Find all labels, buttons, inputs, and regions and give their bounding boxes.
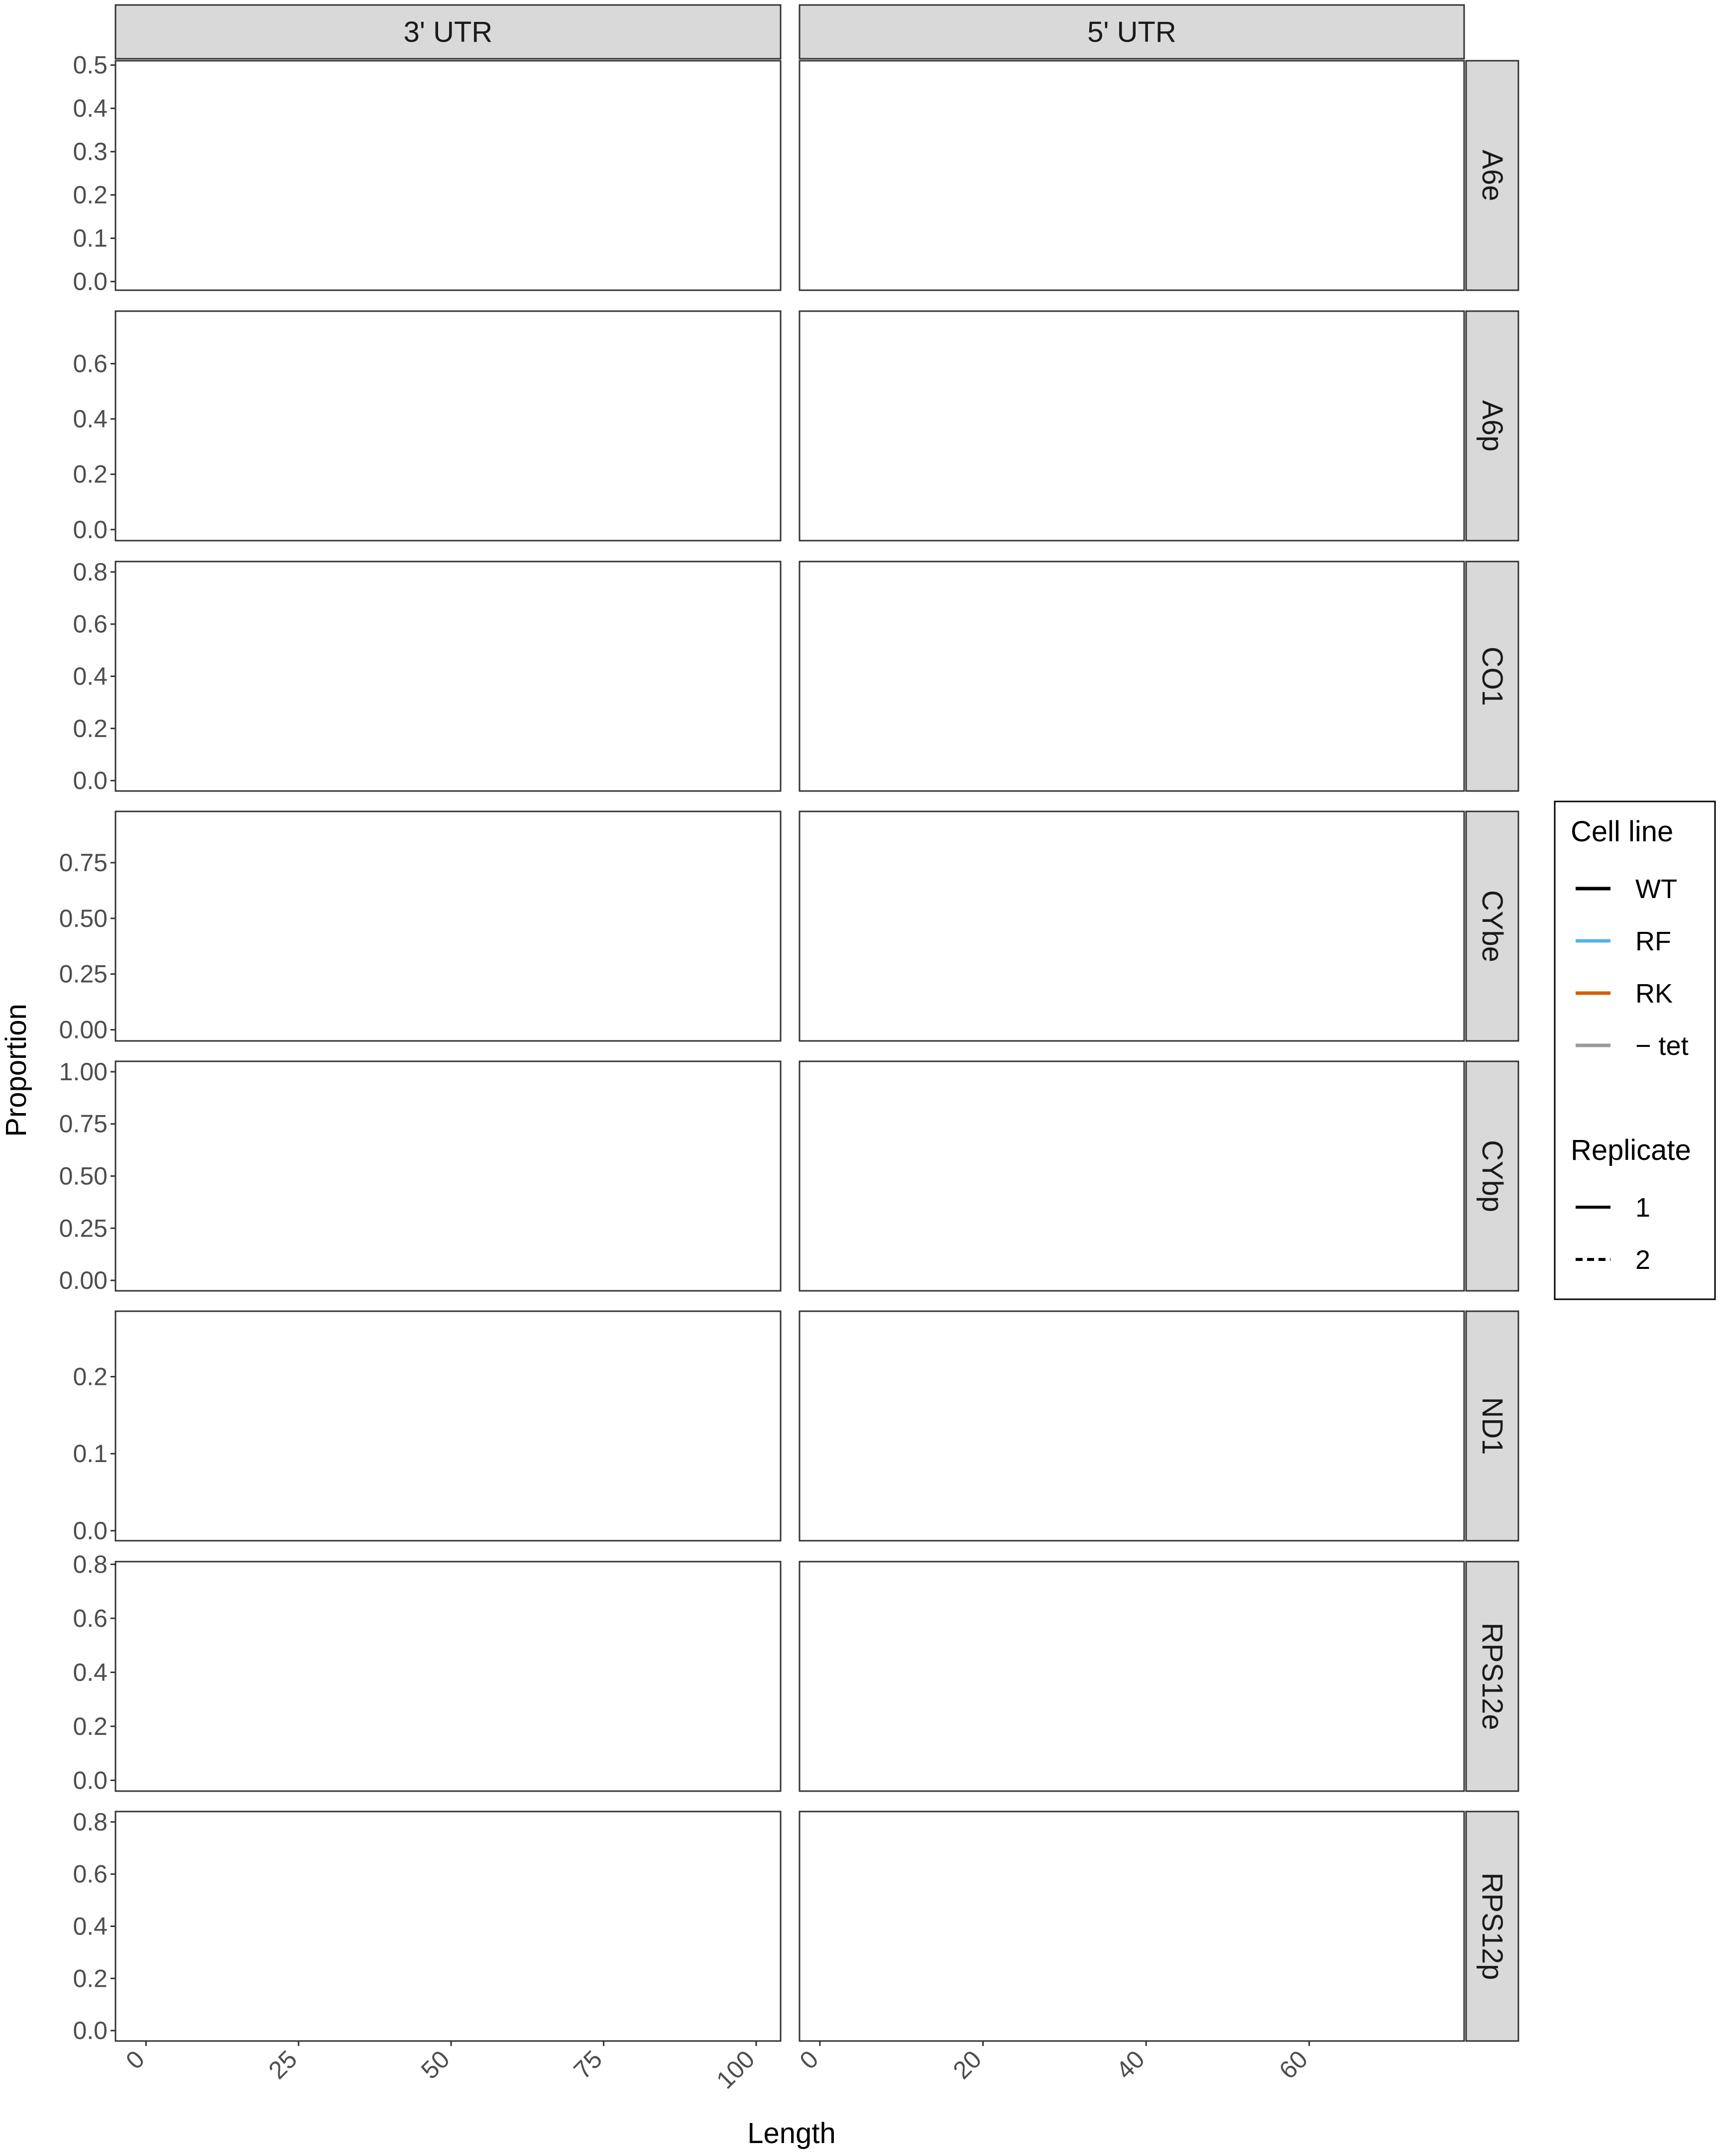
y-tick-label: 0.4 — [73, 663, 108, 690]
panel-border — [115, 1060, 782, 1292]
legend: Cell line WT RF RK − tet Replicate 1 2 — [1554, 800, 1716, 1300]
panel-border — [799, 60, 1465, 291]
panel-border — [115, 1310, 782, 1542]
y-tick-label: 0.4 — [73, 405, 108, 433]
y-tick-label: 0.75 — [59, 849, 108, 877]
legend-color-label: RF — [1635, 926, 1671, 956]
x-tick-label: 25 — [263, 2045, 303, 2084]
y-tick-label: 0.2 — [73, 1362, 108, 1390]
y-tick-label: 0.0 — [73, 2017, 108, 2044]
panel-border — [115, 60, 782, 291]
x-tick-label: 60 — [1274, 2045, 1313, 2084]
y-tick-label: 0.75 — [59, 1110, 108, 1138]
x-tick-label: 50 — [416, 2045, 455, 2084]
row-strip-label: RPS12e — [1476, 1622, 1508, 1730]
legend-linetype-label: 2 — [1635, 1245, 1650, 1275]
y-tick-label: 0.8 — [73, 1550, 108, 1578]
y-tick-label: 0.0 — [73, 268, 108, 296]
row-strip-label: A6e — [1476, 150, 1508, 201]
y-tick-label: 0.1 — [73, 1440, 108, 1468]
x-axis-title: Length — [747, 2117, 835, 2150]
y-tick-label: 0.6 — [73, 1604, 108, 1632]
legend-linetype-label: 1 — [1635, 1193, 1650, 1223]
y-tick-label: 0.00 — [59, 1016, 108, 1044]
legend-color-label: RK — [1635, 979, 1673, 1009]
row-strip-label: CO1 — [1476, 647, 1508, 706]
y-tick-label: 0.6 — [73, 610, 108, 638]
panel-border — [799, 561, 1465, 792]
legend-color-label: − tet — [1635, 1031, 1689, 1061]
y-tick-label: 0.6 — [73, 350, 108, 378]
row-strip-label: CYbp — [1476, 1140, 1508, 1212]
y-tick-label: 0.8 — [73, 1808, 108, 1836]
row-strip-label: CYbe — [1476, 890, 1508, 962]
row-strip-label: RPS12p — [1476, 1872, 1508, 1980]
y-tick-label: 0.2 — [73, 1964, 108, 1992]
panel-border — [115, 1561, 782, 1792]
faceted-line-chart: 3' UTR 5' UTR A6e A6p CO1 CYbe CYbp ND1 RPS12e RP… — [0, 4, 1716, 2150]
x-tick-label: 0 — [794, 2045, 823, 2074]
y-tick-label: 0.2 — [73, 1712, 108, 1740]
panel-border — [799, 1561, 1465, 1792]
y-tick-label: 0.2 — [73, 181, 108, 209]
column-strip-label: 3' UTR — [404, 16, 493, 48]
panel-border — [799, 1310, 1465, 1542]
panel-border — [115, 310, 782, 542]
y-tick-label: 1.00 — [59, 1058, 108, 1086]
y-tick-label: 0.5 — [73, 51, 108, 79]
x-tick-label: 100 — [711, 2045, 760, 2094]
panel-border — [799, 810, 1465, 1042]
y-tick-label: 0.00 — [59, 1266, 108, 1294]
x-tick-label: 40 — [1111, 2045, 1150, 2084]
legend-color-label: WT — [1635, 874, 1677, 904]
y-tick-label: 0.8 — [73, 558, 108, 586]
x-tick-label: 20 — [947, 2045, 987, 2084]
row-strip-label: ND1 — [1476, 1397, 1508, 1455]
x-tick-label: 0 — [120, 2045, 150, 2074]
y-tick-label: 0.4 — [73, 95, 108, 122]
legend-box — [1554, 800, 1716, 1300]
legend-title-cell-line: Cell line — [1571, 815, 1673, 848]
facet-panels — [115, 60, 1465, 2042]
panel-border — [115, 1811, 782, 2042]
panel-border — [799, 310, 1465, 542]
y-tick-label: 0.4 — [73, 1658, 108, 1686]
column-strip-label: 5' UTR — [1087, 16, 1176, 48]
y-tick-label: 0.6 — [73, 1860, 108, 1888]
y-axis-title: Proportion — [0, 1004, 32, 1137]
x-tick-label: 75 — [568, 2045, 607, 2084]
panel-border — [115, 561, 782, 792]
panel-border — [799, 1060, 1465, 1292]
y-tick-label: 0.2 — [73, 460, 108, 488]
y-tick-label: 0.25 — [59, 960, 108, 988]
legend-title-replicate: Replicate — [1571, 1134, 1691, 1166]
y-tick-label: 0.25 — [59, 1214, 108, 1242]
panel-border — [115, 810, 782, 1042]
row-strip-label: A6p — [1476, 400, 1508, 452]
y-tick-label: 0.0 — [73, 767, 108, 794]
y-tick-label: 0.0 — [73, 1766, 108, 1794]
y-tick-label: 0.1 — [73, 225, 108, 252]
y-tick-label: 0.3 — [73, 138, 108, 166]
panel-border — [799, 1811, 1465, 2042]
y-tick-label: 0.0 — [73, 1517, 108, 1545]
y-tick-label: 0.50 — [59, 905, 108, 932]
y-tick-label: 0.50 — [59, 1162, 108, 1190]
y-tick-label: 0.2 — [73, 714, 108, 742]
y-tick-label: 0.0 — [73, 516, 108, 544]
y-tick-label: 0.4 — [73, 1913, 108, 1940]
